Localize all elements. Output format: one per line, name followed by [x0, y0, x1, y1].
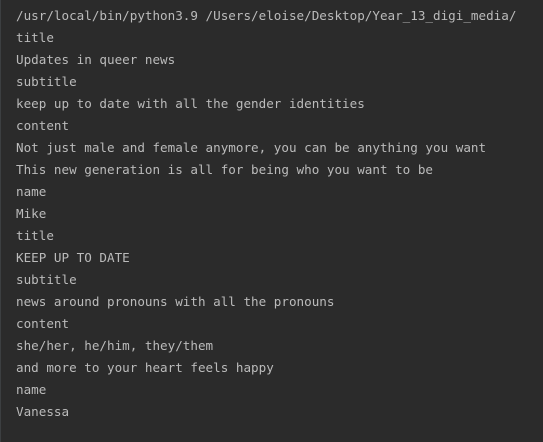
console-line: content	[16, 316, 70, 331]
console-line: content	[16, 118, 70, 133]
console-line: title	[16, 228, 54, 243]
console-line: name	[16, 184, 47, 199]
run-console[interactable]: /usr/local/bin/python3.9 /Users/eloise/D…	[0, 0, 543, 442]
console-line: subtitle	[16, 74, 77, 89]
console-line: Mike	[16, 206, 47, 221]
console-line: news around pronouns with all the pronou…	[16, 294, 335, 309]
console-line: she/her, he/him, they/them	[16, 338, 214, 353]
console-line: This new generation is all for being who…	[16, 162, 434, 177]
console-line: title	[16, 30, 54, 45]
console-line: and more to your heart feels happy	[16, 360, 274, 375]
console-line: Not just male and female anymore, you ca…	[16, 140, 487, 155]
console-line: KEEP UP TO DATE	[16, 250, 130, 265]
console-line: name	[16, 382, 47, 397]
console-command-line: /usr/local/bin/python3.9 /Users/eloise/D…	[16, 8, 517, 23]
console-line: Vanessa	[16, 404, 70, 419]
console-line: subtitle	[16, 272, 77, 287]
console-line: Updates in queer news	[16, 52, 176, 67]
console-line: keep up to date with all the gender iden…	[16, 96, 365, 111]
console-output: /usr/local/bin/python3.9 /Users/eloise/D…	[16, 5, 543, 423]
